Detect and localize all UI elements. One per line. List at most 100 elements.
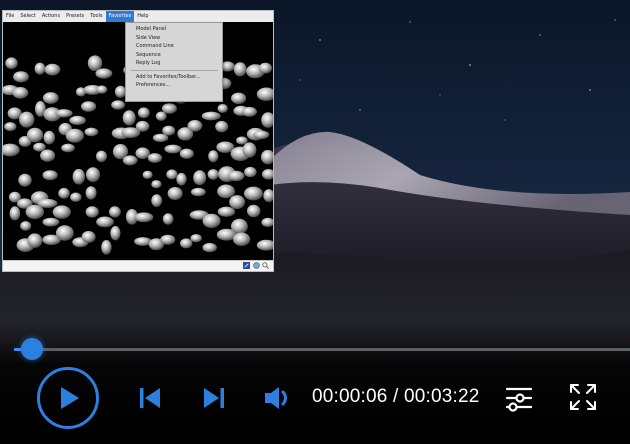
surface-blob	[43, 130, 55, 145]
favorites-dropdown: Model Panel Side View Command Line Seque…	[125, 22, 223, 102]
surface-blob	[101, 240, 112, 255]
surface-blob	[27, 233, 43, 248]
surface-blob	[61, 143, 75, 153]
progress-bar[interactable]	[14, 348, 630, 351]
surface-blob	[110, 226, 121, 241]
surface-blob	[96, 216, 114, 228]
surface-blob	[85, 206, 99, 218]
surface-blob	[72, 168, 86, 185]
settings-button[interactable]	[503, 382, 535, 414]
menu-tools[interactable]: Tools	[87, 11, 105, 22]
play-button[interactable]	[36, 366, 100, 430]
surface-blob	[25, 204, 44, 220]
video-player: File Select Actions Presets Tools Favorites He…	[0, 0, 630, 444]
surface-blob	[84, 127, 99, 137]
menu-item-add-to-favorites[interactable]: Add to Favorites/Toolbar...	[126, 73, 222, 82]
surface-blob	[167, 187, 183, 200]
surface-blob	[147, 153, 162, 163]
app-statusbar	[3, 260, 273, 271]
surface-blob	[263, 189, 275, 203]
menu-item-sequence[interactable]: Sequence	[126, 51, 222, 60]
surface-blob	[9, 206, 21, 221]
globe-icon[interactable]	[253, 262, 260, 269]
surface-blob	[258, 62, 272, 74]
surface-blob	[155, 111, 167, 121]
surface-blob	[142, 170, 153, 179]
surface-blob	[69, 115, 86, 125]
surface-blob	[217, 184, 236, 199]
menu-item-reply-log[interactable]: Reply Log	[126, 59, 222, 68]
surface-blob	[86, 167, 100, 183]
volume-button[interactable]	[262, 384, 294, 412]
surface-blob	[135, 120, 150, 132]
surface-blob	[55, 225, 74, 241]
surface-blob	[201, 111, 221, 121]
menu-file[interactable]: File	[3, 11, 17, 22]
sliders-icon	[505, 387, 533, 412]
surface-blob	[70, 192, 82, 202]
surface-blob	[58, 187, 70, 199]
menu-help[interactable]: Help	[134, 11, 151, 22]
surface-blob	[179, 148, 194, 159]
skip-next-button[interactable]	[200, 384, 228, 412]
time-separator: /	[393, 386, 399, 407]
surface-blob	[122, 110, 136, 126]
surface-blob	[227, 170, 245, 182]
surface-blob	[242, 142, 257, 158]
surface-blob	[256, 87, 276, 101]
skip-next-icon	[204, 388, 224, 408]
surface-blob	[42, 170, 58, 181]
surface-blob	[176, 172, 187, 186]
skip-previous-button[interactable]	[136, 384, 164, 412]
surface-blob	[19, 111, 35, 128]
surface-blob	[151, 194, 163, 208]
surface-blob	[161, 103, 177, 114]
search-icon[interactable]	[262, 262, 269, 269]
menu-presets[interactable]: Presets	[63, 11, 87, 22]
menu-favorites[interactable]: Favorites	[105, 11, 135, 22]
total-time: 00:03:22	[404, 386, 480, 407]
surface-blob	[26, 127, 44, 143]
surface-blob	[244, 186, 263, 201]
surface-blob	[256, 239, 276, 251]
time-readout: 00:00:06 / 00:03:22	[312, 386, 480, 408]
surface-blob	[96, 85, 108, 94]
surface-blob	[162, 213, 174, 225]
menu-item-model-panel[interactable]: Model Panel	[126, 25, 222, 34]
surface-blob	[202, 213, 221, 228]
surface-blob	[5, 57, 18, 69]
surface-blob	[191, 187, 206, 197]
surface-blob	[190, 234, 202, 243]
menu-item-preferences[interactable]: Preferences...	[126, 81, 222, 90]
surface-blob	[151, 180, 162, 189]
surface-blob	[202, 242, 217, 253]
surface-blob	[217, 206, 236, 217]
surface-blob	[4, 122, 17, 132]
surface-blob	[34, 62, 46, 75]
surface-blob	[81, 101, 97, 112]
surface-blob	[229, 195, 246, 210]
surface-blob	[135, 147, 150, 159]
surface-blob	[160, 234, 176, 245]
surface-blob	[137, 107, 150, 119]
surface-blob	[134, 212, 154, 223]
menu-item-side-view[interactable]: Side View	[126, 34, 222, 43]
surface-blob	[166, 169, 178, 180]
fullscreen-button[interactable]	[568, 382, 598, 412]
menu-item-command-line[interactable]: Command Line	[126, 42, 222, 51]
surface-blob	[217, 103, 228, 113]
surface-blob	[55, 109, 73, 118]
toolbar-icon[interactable]	[243, 262, 250, 269]
menu-actions[interactable]: Actions	[39, 11, 63, 22]
surface-blob	[162, 125, 176, 136]
surface-blob	[42, 92, 59, 104]
surface-blob	[42, 217, 60, 227]
surface-blob	[233, 62, 247, 77]
menu-select[interactable]: Select	[17, 11, 38, 22]
surface-blob	[87, 55, 103, 71]
surface-blob	[111, 100, 125, 110]
surface-blob	[96, 150, 107, 162]
surface-blob	[122, 155, 138, 166]
surface-blob	[233, 232, 251, 246]
surface-blob	[193, 170, 207, 186]
